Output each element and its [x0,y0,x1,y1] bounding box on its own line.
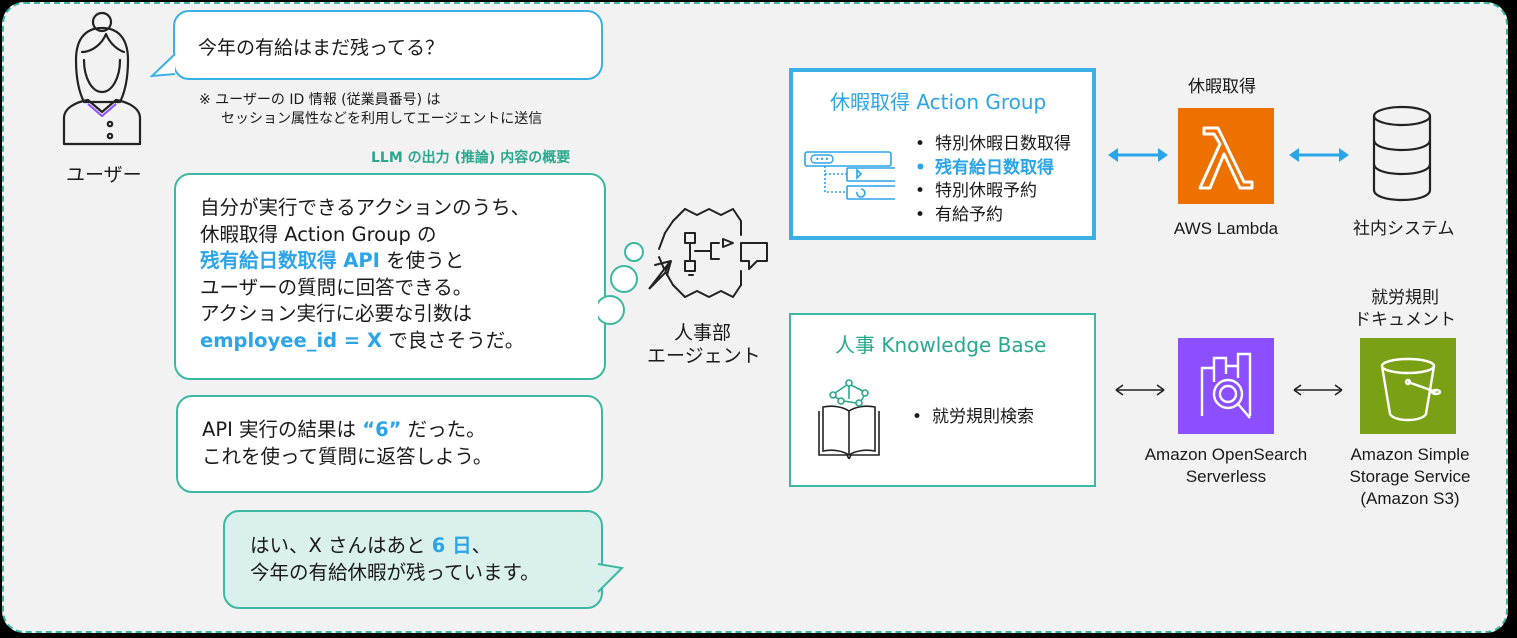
action-group-title: 休暇取得 Action Group [830,90,1047,114]
lambda-top-label: 休暇取得 [1188,77,1256,97]
database-icon [1372,105,1432,202]
api-result-line2: これを使って質問に返答しよう。 [202,444,493,468]
knowledge-base-book-icon [818,379,880,459]
answer-bubble-tail [597,563,625,593]
lambda-icon [1178,108,1274,204]
answer-bubble: はい、X さんはあと 6 日、 今年の有給休暇が残っています。 [223,510,603,609]
llm-line-3: 残有給日数取得 API を使うと [200,249,465,272]
action-item: 特別休暇予約 [915,180,1071,204]
user-question: 今年の有給はまだ残ってる？ [198,37,445,59]
llm-output-title: LLM の出力 (推論) 内容の概要 [371,150,571,166]
s3-icon [1360,338,1456,434]
internal-system-label: 社内システム [1353,219,1455,239]
api-result-value: “6” [362,418,402,441]
s3-label: Amazon Simple Storage Service (Amazon S3… [1349,445,1471,508]
user-note-line2: セッション属性などを利用してエージェントに送信 [221,111,543,127]
action-group-box: 休暇取得 Action Group ••• 特別休暇日数取得 残有給日数取得 特… [789,68,1096,240]
s3-top-label: 就労規則 ドキュメント [1354,288,1456,330]
llm-line-2: 休暇取得 Action Group の [200,222,437,246]
kb-item: 就労規則検索 [912,406,1034,430]
answer-value: 6 日 [431,534,472,557]
user-label: ユーザー [66,164,142,186]
action-item-highlighted: 残有給日数取得 [915,157,1071,181]
lambda-label: AWS Lambda [1173,219,1279,238]
opensearch-label: Amazon OpenSearch Serverless [1144,445,1308,486]
action-item: 有給予約 [915,204,1071,228]
api-result-bubble: API 実行の結果は “6” だった。 これを使って質問に返答しよう。 [176,395,603,493]
knowledge-base-title: 人事 Knowledge Base [835,333,1047,357]
action-group-icon: ••• [804,151,895,200]
action-group-list: 特別休暇日数取得 残有給日数取得 特別休暇予約 有給予約 [915,133,1071,227]
knowledge-base-box: 人事 Knowledge Base 就労規則検索 [789,313,1096,487]
llm-line-4: ユーザーの質問に回答できる。 [200,275,473,299]
action-item: 特別休暇日数取得 [915,133,1071,157]
bidirectional-arrow-icon [1289,148,1349,162]
llm-line-1: 自分が実行できるアクションのうち、 [200,196,531,219]
bidirectional-arrow-icon [1293,384,1343,396]
question-bubble-tail [150,53,176,78]
llm-api-highlight: 残有給日数取得 API [200,249,380,272]
bidirectional-arrow-icon [1108,148,1168,162]
answer-line2: 今年の有給休暇が残っています。 [250,560,540,584]
svg-text:•••: ••• [815,155,829,164]
knowledge-base-list: 就労規則検索 [912,406,1034,430]
agent-label-line2: エージェント [647,345,761,367]
llm-arg-highlight: employee_id = X [200,328,383,352]
user-icon [62,11,142,146]
bidirectional-arrow-icon [1115,384,1165,396]
user-note-line1: ※ ユーザーの ID 情報 (従業員番号) は [199,92,441,108]
thought-circles [598,242,644,325]
llm-line-5: アクション実行に必要な引数は [200,302,473,325]
llm-line-6: employee_id = X で良さそうだ。 [200,328,525,352]
llm-reasoning-bubble: 自分が実行できるアクションのうち、 休暇取得 Action Group の 残有… [174,173,606,380]
agent-icon [648,208,768,298]
opensearch-icon [1178,338,1274,434]
